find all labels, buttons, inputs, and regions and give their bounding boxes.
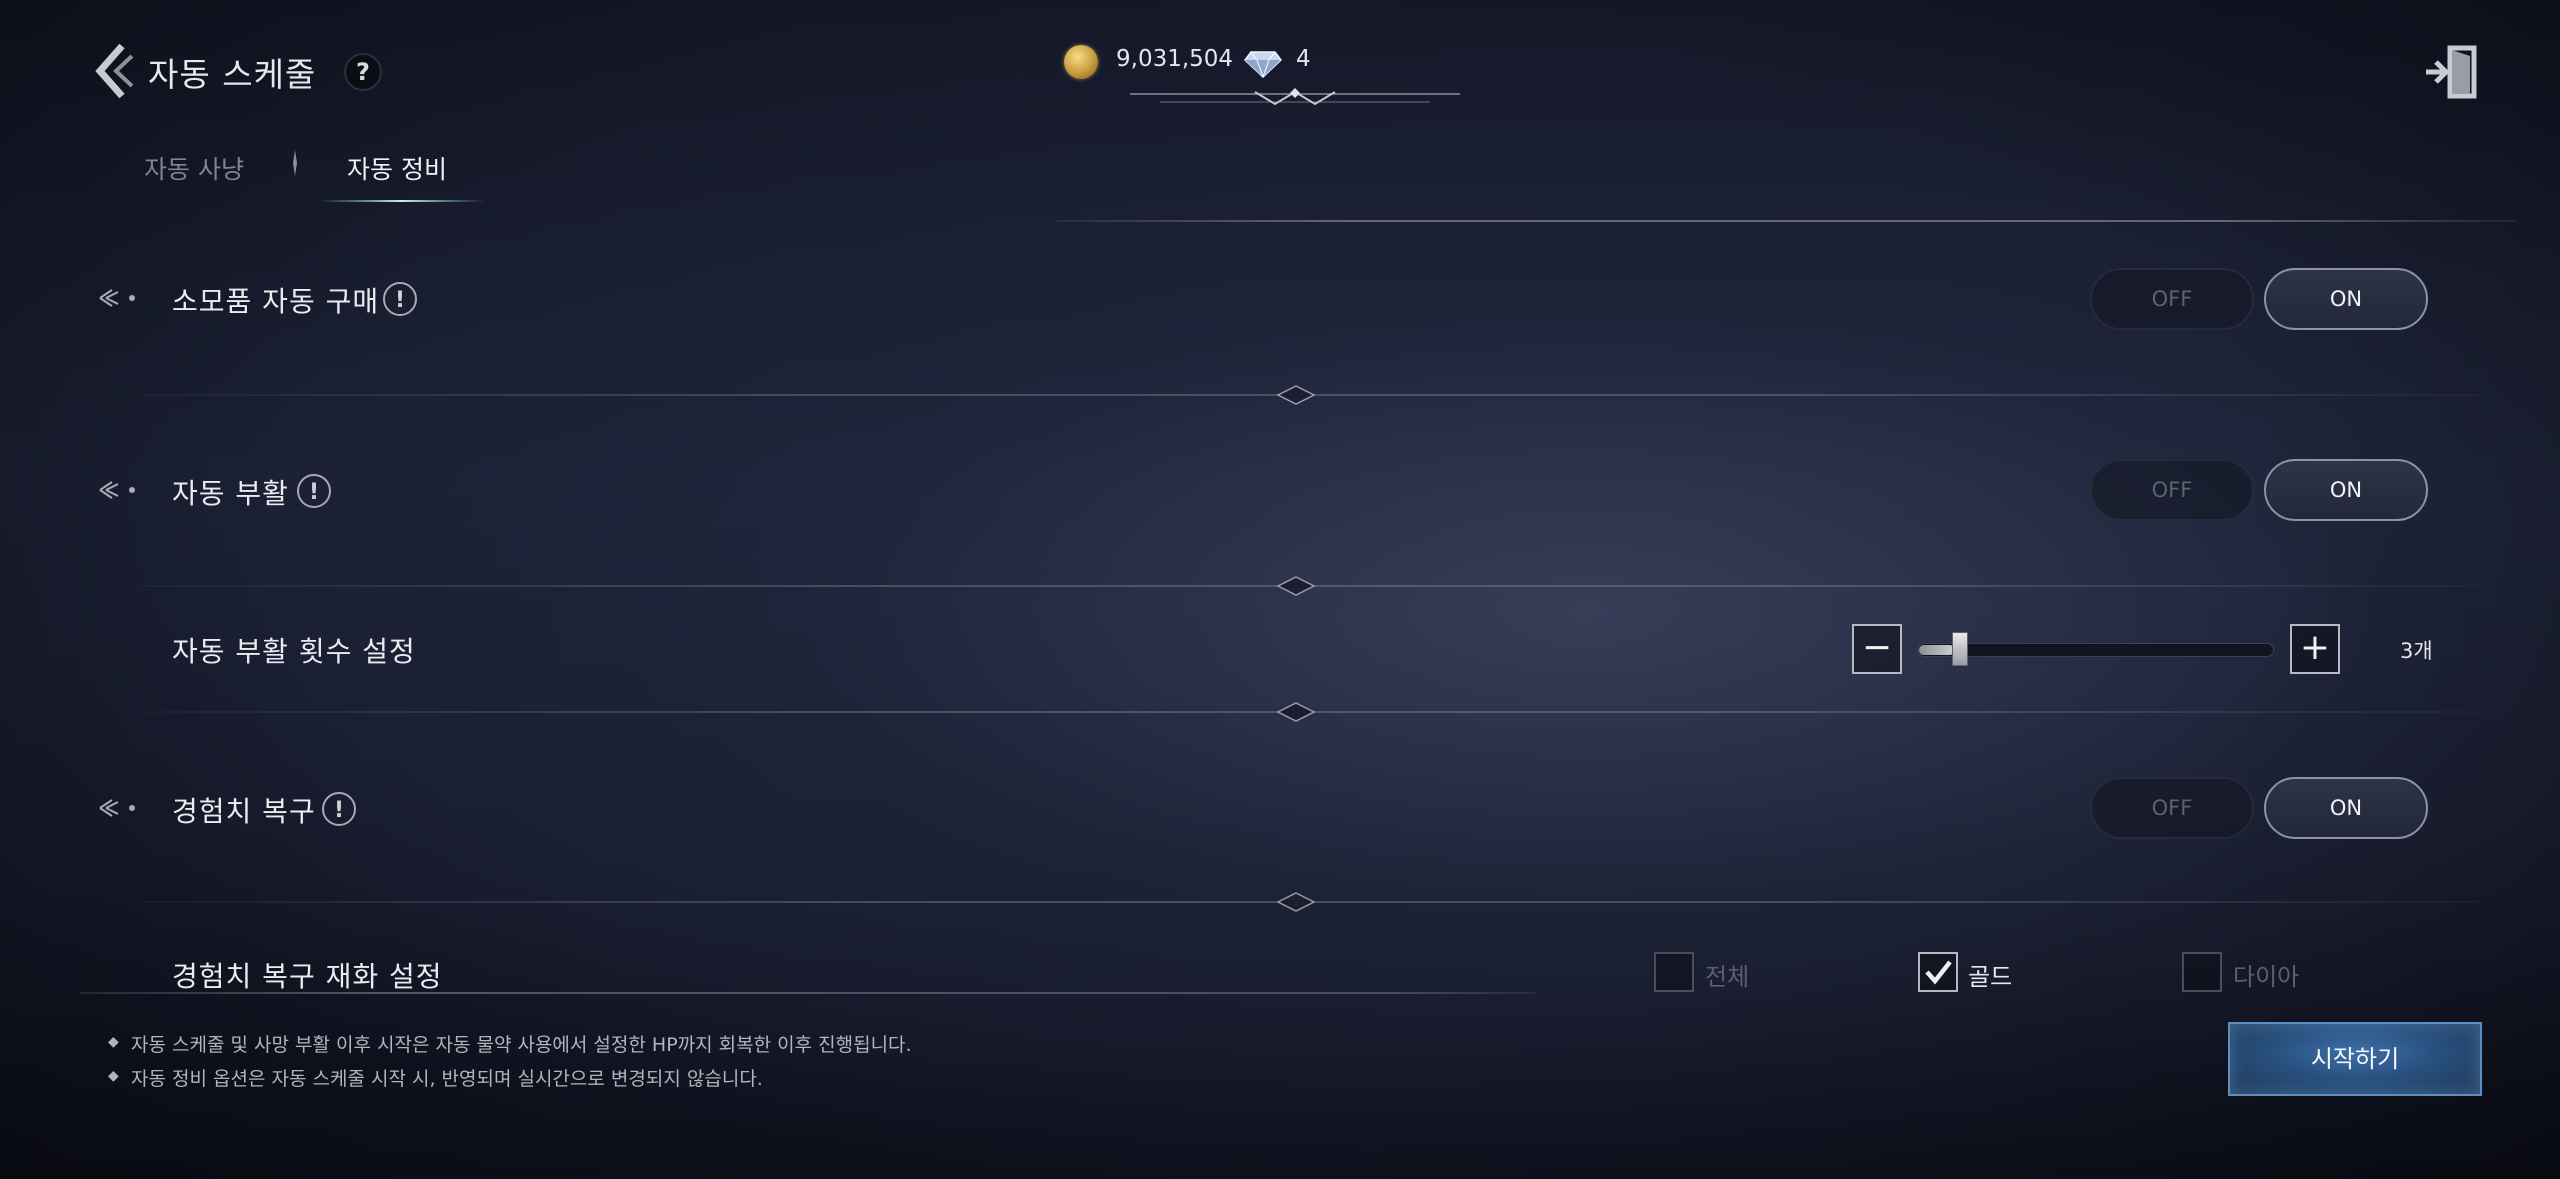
exp-recovery-currency-label: 경험치 복구 재화 설정 <box>172 960 443 993</box>
revive-count-slider[interactable] <box>1918 643 2274 657</box>
checkmark-icon <box>1925 960 1952 985</box>
revive-count-label: 자동 부활 횟수 설정 <box>172 635 416 668</box>
back-arrow-icon[interactable] <box>92 42 136 100</box>
checkbox-gold-label: 골드 <box>1968 963 2013 991</box>
wing-bullet-icon <box>99 799 135 817</box>
note-bullet: ◆ <box>108 1034 119 1050</box>
exp-recovery-off-button[interactable]: OFF <box>2090 777 2254 839</box>
tab-separator <box>293 150 297 176</box>
gem-amount: 4 <box>1296 46 1311 72</box>
exit-door-icon[interactable] <box>2422 44 2482 100</box>
slider-thumb[interactable] <box>1951 632 1968 666</box>
tab-auto-maintenance[interactable]: 자동 정비 <box>347 150 447 186</box>
start-button[interactable]: 시작하기 <box>2228 1022 2482 1096</box>
consumable-auto-buy-off-button[interactable]: OFF <box>2090 268 2254 330</box>
checkbox-diamond-label: 다이아 <box>2233 963 2300 991</box>
exp-recovery-label: 경험치 복구 <box>172 795 316 828</box>
gold-coin-icon <box>1064 45 1098 79</box>
auto-revive-off-button[interactable]: OFF <box>2090 459 2254 521</box>
tab-active-indicator <box>318 200 486 202</box>
consumable-auto-buy-label: 소모품 자동 구매 <box>172 285 380 318</box>
exp-recovery-on-button[interactable]: ON <box>2264 777 2428 839</box>
auto-revive-label: 자동 부활 <box>172 477 289 510</box>
auto-revive-on-button[interactable]: ON <box>2264 459 2428 521</box>
checkbox-all-label: 전체 <box>1705 963 1750 991</box>
help-icon[interactable]: ? <box>344 53 382 91</box>
currency-ornament <box>1130 88 1460 106</box>
info-icon[interactable]: ! <box>383 282 417 316</box>
header-divider <box>1055 220 2515 222</box>
revive-count-value: 3개 <box>2400 639 2433 663</box>
consumable-auto-buy-on-button[interactable]: ON <box>2264 268 2428 330</box>
divider-ornament <box>1276 576 1316 596</box>
increase-button[interactable]: + <box>2290 624 2340 674</box>
gold-amount: 9,031,504 <box>1116 46 1234 72</box>
decrease-button[interactable]: − <box>1852 624 1902 674</box>
divider-ornament <box>1276 892 1316 912</box>
checkbox-gold[interactable] <box>1918 952 1958 992</box>
divider-ornament <box>1276 385 1316 405</box>
info-icon[interactable]: ! <box>322 792 356 826</box>
note-text-1: 자동 스케줄 및 사망 부활 이후 시작은 자동 물약 사용에서 설정한 HP까… <box>131 1034 912 1056</box>
diamond-icon <box>1244 51 1282 78</box>
tab-auto-hunt[interactable]: 자동 사냥 <box>144 150 244 186</box>
info-icon[interactable]: ! <box>297 474 331 508</box>
checkbox-all[interactable] <box>1654 952 1694 992</box>
content-bottom-divider <box>80 992 1536 994</box>
slider-fill <box>1919 645 1955 655</box>
note-bullet: ◆ <box>108 1068 119 1084</box>
divider-ornament <box>1276 702 1316 722</box>
note-text-2: 자동 정비 옵션은 자동 스케줄 시작 시, 반영되며 실시간으로 변경되지 않… <box>131 1068 763 1090</box>
checkbox-diamond[interactable] <box>2182 952 2222 992</box>
page-title: 자동 스케줄 <box>148 55 317 94</box>
wing-bullet-icon <box>99 289 135 307</box>
wing-bullet-icon <box>99 481 135 499</box>
